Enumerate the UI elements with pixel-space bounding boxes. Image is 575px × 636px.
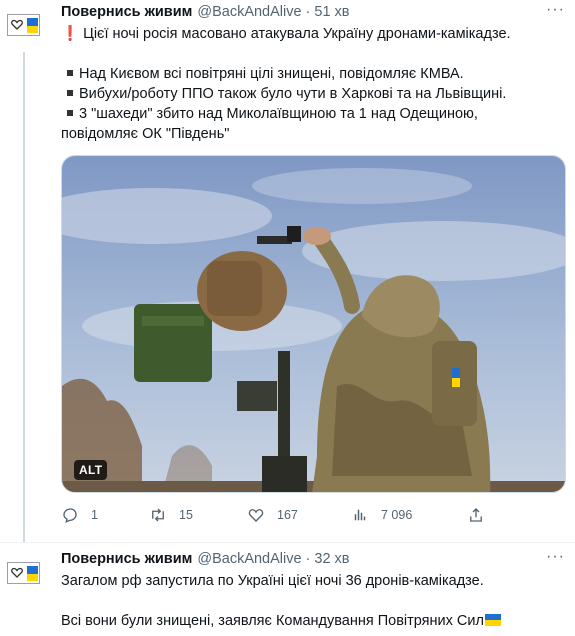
tweet-line-text: Цієї ночі росія масовано атакувала Украї… [83, 26, 511, 42]
tweet-actions: 1 15 167 7 096 [61, 506, 491, 526]
tweet-line: 3 "шахеди" збито над Миколаївщиною та 1 … [61, 104, 566, 124]
ukraine-flag-icon [27, 18, 38, 33]
retweet-count: 15 [179, 508, 193, 522]
bullet-icon [67, 70, 73, 77]
alt-text-badge[interactable]: ALT [74, 460, 108, 480]
tweet-line-text: Всі вони були знищені, заявляє Командува… [61, 613, 484, 629]
author-handle[interactable]: @BackAndAlive [197, 4, 301, 20]
tweet-line: Вибухи/роботу ППО також було чути в Харк… [61, 84, 566, 104]
tweet-line-text: Загалом рф запустила по Україні цієї ноч… [61, 573, 484, 589]
tweet-header: Повернись живим @BackAndAlive · 51 хв [61, 3, 350, 21]
separator-dot: · [305, 4, 311, 20]
soldier-photo-image [62, 156, 565, 492]
tweet-line-text: Над Києвом всі повітряні цілі знищені, п… [79, 66, 464, 82]
more-options-icon[interactable]: ··· [546, 548, 565, 566]
tweet-line: ❗ Цієї ночі росія масовано атакувала Укр… [61, 24, 566, 44]
tweet-header: Повернись живим @BackAndAlive · 32 хв [61, 550, 350, 568]
tweet-timestamp[interactable]: 51 хв [314, 4, 349, 20]
avatar[interactable] [7, 562, 40, 584]
like-count: 167 [277, 508, 298, 522]
views-icon [354, 509, 366, 521]
tweet-text: ❗ Цієї ночі росія масовано атакувала Укр… [61, 24, 566, 144]
bullet-icon [67, 90, 73, 97]
tweet-line-text: 3 "шахеди" збито над Миколаївщиною та 1 … [79, 106, 478, 122]
exclamation-icon: ❗ [61, 26, 80, 42]
retweet-icon [152, 508, 164, 522]
views-count: 7 096 [381, 508, 413, 522]
separator-dot: · [305, 551, 311, 567]
bullet-icon [67, 110, 73, 117]
tweet[interactable]: Повернись живим @BackAndAlive · 32 хв ··… [0, 542, 575, 636]
tweet-line: Всі вони були знищені, заявляє Командува… [61, 611, 566, 631]
tweet-timestamp[interactable]: 32 хв [314, 551, 349, 567]
like-button[interactable]: 167 [247, 506, 298, 524]
reply-count: 1 [91, 508, 98, 522]
tweet-text: Загалом рф запустила по Україні цієї ноч… [61, 571, 566, 631]
heart-icon [248, 509, 264, 522]
author-name[interactable]: Повернись живим [61, 551, 192, 567]
avatar[interactable] [7, 14, 40, 36]
tweet-line: Над Києвом всі повітряні цілі знищені, п… [61, 64, 566, 84]
heart-logo-icon [11, 567, 23, 578]
reply-icon [63, 508, 77, 523]
more-options-icon[interactable]: ··· [546, 1, 565, 19]
tweet-photo[interactable]: ALT [61, 155, 566, 493]
tweet-line-text: Вибухи/роботу ППО також було чути в Харк… [79, 86, 507, 102]
retweet-button[interactable]: 15 [149, 506, 193, 524]
ukraine-flag-emoji-icon [484, 614, 501, 626]
views-button[interactable]: 7 096 [351, 506, 412, 524]
tweet[interactable]: Повернись живим @BackAndAlive · 51 хв ··… [0, 0, 575, 542]
tweet-line-text: повідомляє ОК "Південь" [61, 126, 230, 142]
heart-logo-icon [11, 19, 23, 30]
thread-connector-line [23, 52, 25, 542]
share-icon [470, 508, 482, 522]
tweet-line: повідомляє ОК "Південь" [61, 124, 566, 144]
author-name[interactable]: Повернись живим [61, 4, 192, 20]
author-handle[interactable]: @BackAndAlive [197, 551, 301, 567]
reply-button[interactable]: 1 [61, 506, 98, 524]
ukraine-flag-icon [27, 566, 38, 581]
share-button[interactable] [467, 506, 497, 524]
